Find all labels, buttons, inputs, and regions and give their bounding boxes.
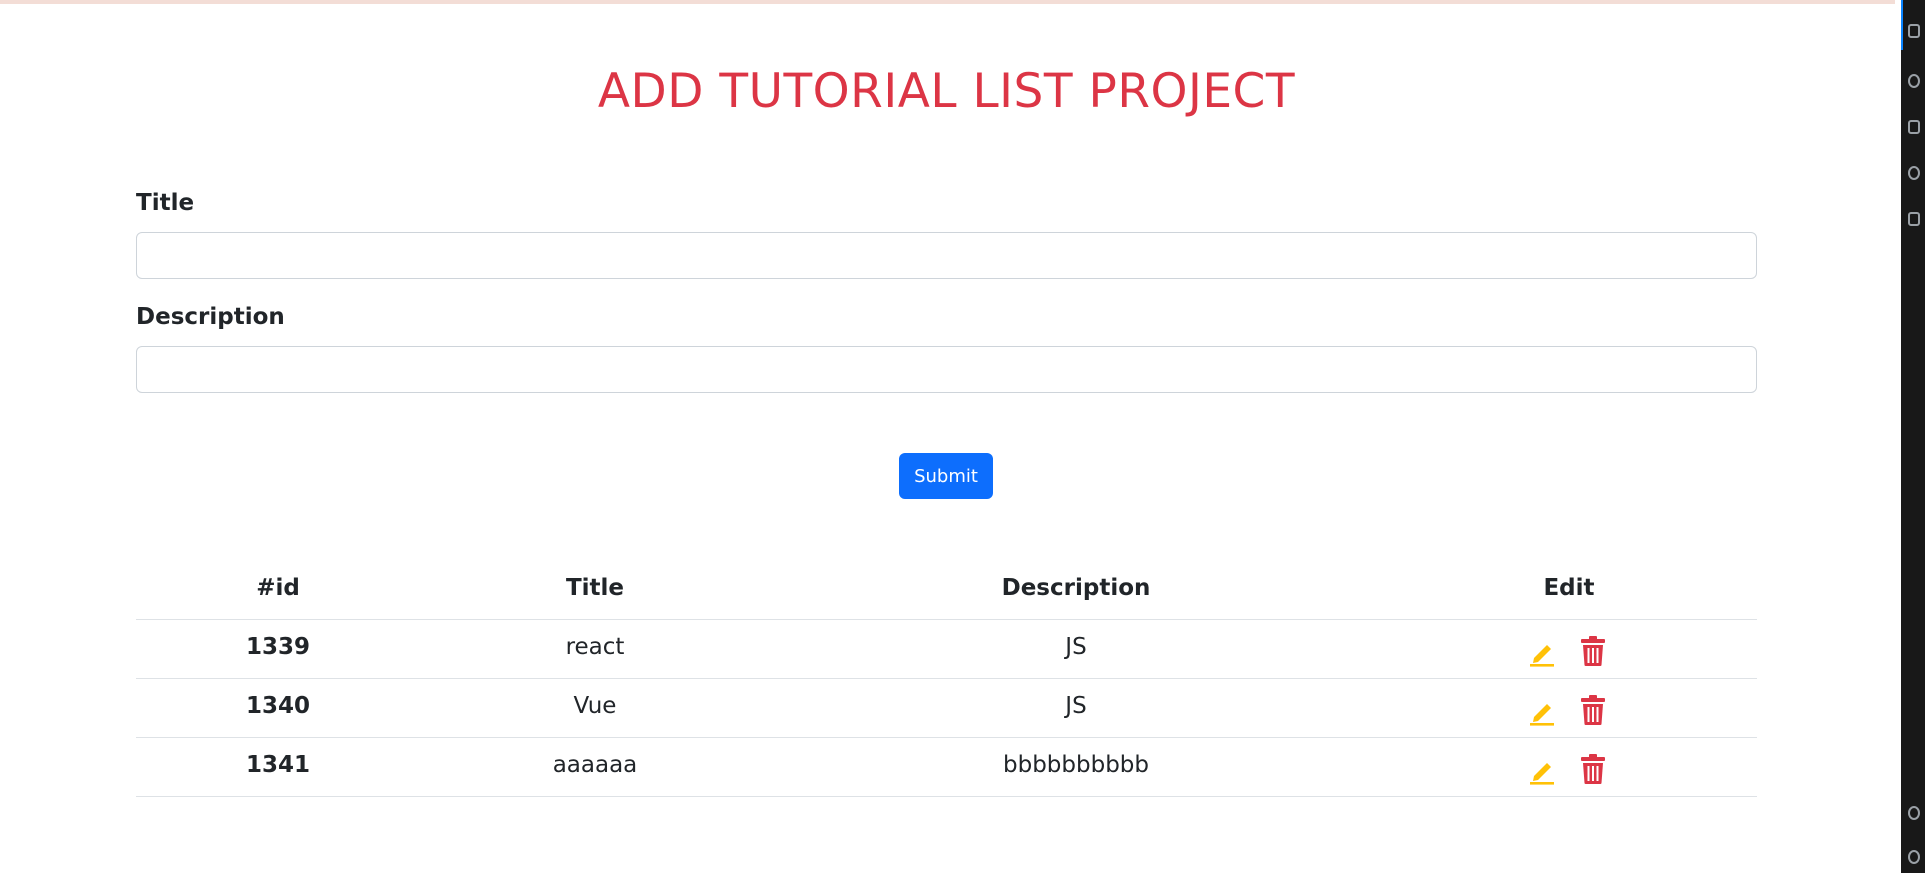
row-description: JS bbox=[1065, 634, 1087, 660]
row-title: react bbox=[565, 634, 625, 660]
pencil-icon[interactable] bbox=[1528, 639, 1556, 667]
info-icon[interactable] bbox=[1908, 166, 1920, 180]
header-id: #id bbox=[256, 575, 300, 601]
table-header-row: #id Title Description Edit bbox=[136, 560, 1757, 620]
row-title: Vue bbox=[573, 693, 617, 719]
table-row: 1339 react JS bbox=[136, 619, 1757, 679]
row-description: bbbbbbbbbb bbox=[1003, 752, 1149, 778]
title-label: Title bbox=[136, 190, 195, 216]
table-row: 1340 Vue JS bbox=[136, 678, 1757, 738]
description-input[interactable] bbox=[136, 346, 1757, 393]
extension-icon[interactable] bbox=[1908, 212, 1920, 226]
title-input[interactable] bbox=[136, 232, 1757, 279]
header-description: Description bbox=[1001, 575, 1151, 601]
description-label: Description bbox=[136, 304, 285, 330]
row-title: aaaaaa bbox=[552, 752, 638, 778]
browser-top-border bbox=[0, 0, 1895, 4]
side-panel-strip bbox=[1901, 0, 1925, 873]
pencil-icon[interactable] bbox=[1528, 757, 1556, 785]
panel-icon[interactable] bbox=[1908, 24, 1920, 38]
row-id: 1341 bbox=[245, 752, 311, 778]
trash-icon[interactable] bbox=[1579, 753, 1607, 785]
gear-icon[interactable] bbox=[1908, 850, 1920, 864]
table-row: 1341 aaaaaa bbbbbbbbbb bbox=[136, 737, 1757, 797]
layout-icon[interactable] bbox=[1908, 120, 1920, 134]
trash-icon[interactable] bbox=[1579, 694, 1607, 726]
pencil-icon[interactable] bbox=[1528, 698, 1556, 726]
page-title: ADD TUTORIAL LIST PROJECT bbox=[597, 64, 1296, 119]
row-description: JS bbox=[1065, 693, 1087, 719]
header-title: Title bbox=[565, 575, 625, 601]
row-id: 1339 bbox=[245, 634, 311, 660]
account-icon[interactable] bbox=[1908, 806, 1920, 820]
row-id: 1340 bbox=[245, 693, 311, 719]
submit-button[interactable]: Submit bbox=[899, 453, 993, 499]
side-panel-active-indicator bbox=[1901, 0, 1903, 50]
settings-icon[interactable] bbox=[1908, 74, 1920, 88]
header-edit: Edit bbox=[1543, 575, 1595, 601]
trash-icon[interactable] bbox=[1579, 635, 1607, 667]
